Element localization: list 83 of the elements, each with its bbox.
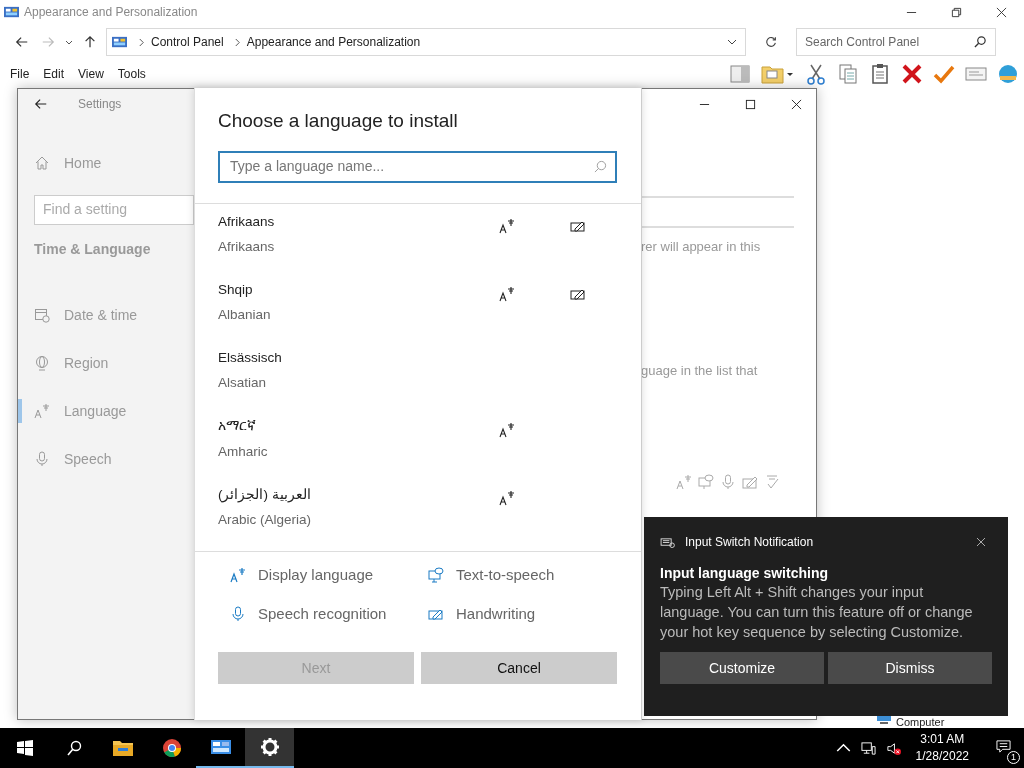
legend-label: Handwriting: [456, 605, 536, 622]
language-icon: [34, 403, 50, 419]
dropdown-caret-icon[interactable]: [727, 37, 737, 47]
monitor-speech-icon: [698, 474, 714, 490]
copy-icon[interactable]: [837, 63, 859, 85]
address-bar[interactable]: Control Panel Appearance and Personalization: [106, 28, 746, 56]
taskbar-button[interactable]: [245, 728, 294, 768]
network-icon[interactable]: [860, 740, 876, 756]
legend-label: Display language: [258, 566, 374, 583]
search-field[interactable]: Find a setting: [34, 195, 194, 225]
language-icon: [676, 474, 692, 490]
search-icon[interactable]: [65, 740, 82, 756]
language-list-item[interactable]: Afrikaans Afrikaans: [195, 204, 641, 272]
spellcheck-icon: [764, 474, 780, 490]
chevron-icon: [233, 37, 241, 47]
language-list-item[interactable]: Shqip Albanian: [195, 272, 641, 340]
clipboard-icon[interactable]: [869, 63, 891, 85]
maximize-icon[interactable]: [745, 99, 756, 110]
language-list-item[interactable]: አማርኛ Amharic: [195, 408, 641, 476]
checkmark-icon[interactable]: [933, 63, 955, 85]
cancel-button[interactable]: Cancel: [421, 652, 617, 684]
customize-button[interactable]: Customize: [660, 652, 824, 684]
up-arrow-icon[interactable]: [83, 35, 97, 49]
menu-item[interactable]: Tools: [117, 67, 146, 81]
computer-label[interactable]: Computer: [896, 716, 945, 728]
chevron-icon: [138, 37, 145, 47]
notification-count-badge: 1: [1007, 750, 1020, 764]
display-language-icon: [499, 422, 515, 438]
control-panel-icon: [3, 4, 20, 20]
section-title: Time & Language: [33, 240, 152, 259]
notification-title: Input language switching: [660, 565, 829, 581]
control-panel-icon[interactable]: [209, 737, 232, 757]
handwriting-icon: [742, 474, 758, 490]
description-text: rer will appear in this: [641, 239, 761, 254]
notification-body: Typing Left Alt + Shift changes your input language. You can turn this feature off or change your hot key sequence by selecting Customize.: [660, 583, 974, 642]
notification-app-name: Input Switch Notification: [685, 535, 814, 549]
folder-icon[interactable]: [111, 738, 134, 758]
back-arrow-icon[interactable]: [34, 97, 48, 111]
close-icon[interactable]: [996, 6, 1007, 18]
control-panel-icon: [111, 34, 128, 50]
microphone-icon: [720, 474, 736, 490]
volume-muted-icon[interactable]: [885, 740, 901, 756]
refresh-icon[interactable]: [764, 35, 778, 49]
back-arrow-icon[interactable]: [15, 35, 29, 49]
dismiss-button[interactable]: Dismiss: [828, 652, 992, 684]
keyboard-icon: [660, 536, 675, 548]
display-language-icon: [499, 490, 515, 506]
display-language-icon: [499, 218, 515, 234]
window-title: Appearance and Personalization: [24, 5, 198, 19]
close-icon[interactable]: [976, 537, 986, 547]
menu-item[interactable]: File: [10, 67, 30, 81]
globe-icon[interactable]: [997, 63, 1019, 85]
menu-item[interactable]: Edit: [43, 67, 65, 81]
display-language-icon: [499, 286, 515, 302]
browser-icon[interactable]: [160, 738, 183, 758]
search-icon: [594, 160, 607, 173]
description-text: guage in the list that: [641, 363, 758, 378]
globe-icon: [34, 355, 50, 371]
search-field[interactable]: Type a language name...: [218, 151, 617, 183]
calendar-icon: [34, 307, 50, 323]
legend-label: Speech recognition: [258, 605, 387, 622]
microphone-icon: [230, 605, 246, 622]
microphone-icon: [34, 451, 50, 467]
language-list-item[interactable]: Elsässisch Alsatian: [195, 340, 641, 408]
close-icon[interactable]: [791, 99, 802, 110]
windows-logo-icon[interactable]: [16, 740, 33, 756]
action-center-icon[interactable]: [996, 738, 1011, 754]
scissors-icon[interactable]: [805, 63, 827, 85]
legend-label: Text-to-speech: [456, 566, 555, 583]
search-icon: [974, 35, 987, 48]
dialog-title: Choose a language to install: [218, 110, 459, 132]
clock-date[interactable]: 1/28/2022: [915, 748, 969, 765]
clock-time[interactable]: 3:01 AM: [920, 731, 965, 748]
breadcrumb-item[interactable]: Appearance and Personalization: [246, 35, 421, 49]
restore-icon[interactable]: [951, 6, 962, 18]
home-icon: [34, 155, 50, 171]
app-title: Settings: [78, 97, 122, 111]
delete-x-icon[interactable]: [901, 63, 923, 85]
display-language-icon: [230, 566, 246, 583]
monitor-speech-icon: [428, 566, 444, 583]
menu-item[interactable]: View: [78, 67, 104, 81]
gear-icon[interactable]: [258, 737, 281, 757]
breadcrumb-item[interactable]: Control Panel: [151, 35, 224, 49]
